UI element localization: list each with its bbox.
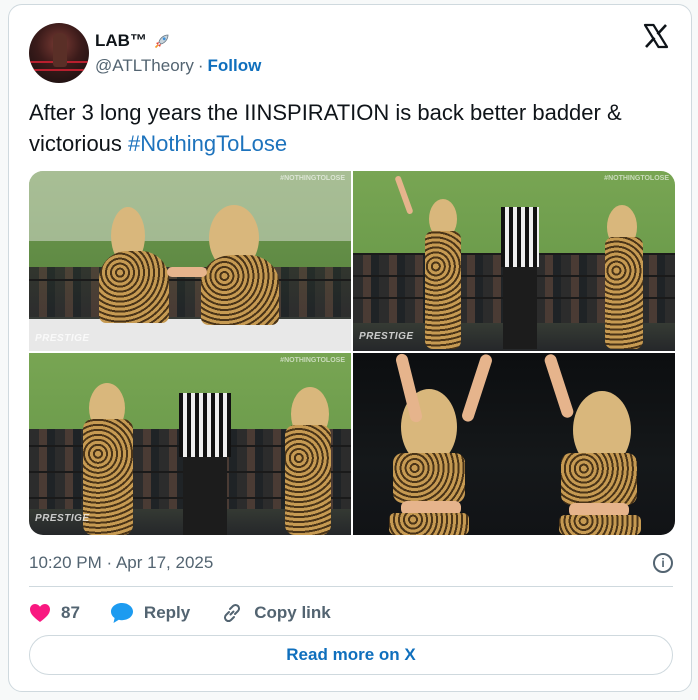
wrestler-right-bottom xyxy=(559,515,641,535)
copy-link-button[interactable]: Copy link xyxy=(220,601,331,625)
media-photo-2[interactable]: #NOTHINGTOLOSE PRESTIGE xyxy=(353,171,675,351)
media-watermark: #NOTHINGTOLOSE xyxy=(280,357,345,364)
post-date: Apr 17, 2025 xyxy=(115,553,214,572)
post-body-text: After 3 long years the IINSPIRATION is b… xyxy=(29,100,622,156)
wrestler-left xyxy=(83,419,133,535)
wrestler-left xyxy=(99,251,169,323)
referee-shirt xyxy=(501,207,539,267)
prestige-logo: PRESTIGE xyxy=(359,331,414,342)
media-photo-4[interactable] xyxy=(353,353,675,535)
author-name-row[interactable]: LAB™ xyxy=(95,31,171,51)
wrestler-right xyxy=(605,237,643,349)
avatar[interactable] xyxy=(29,23,89,83)
referee-shirt xyxy=(179,393,231,457)
embedded-post-card: LAB™ @ATLTheory · Follow After 3 long year… xyxy=(8,4,692,692)
author-handle[interactable]: @ATLTheory xyxy=(95,56,194,75)
like-button[interactable]: 87 xyxy=(29,603,80,623)
wrestler-right xyxy=(285,425,331,535)
hashtag-link[interactable]: #NothingToLose xyxy=(128,131,287,156)
avatar-figure xyxy=(53,33,67,67)
media-photo-1[interactable]: #NOTHINGTOLOSE PRESTIGE xyxy=(29,171,351,351)
rocket-emoji-icon xyxy=(153,32,171,50)
referee-pants xyxy=(503,267,537,349)
prestige-logo: PRESTIGE xyxy=(35,333,90,344)
author-handle-row: @ATLTheory · Follow xyxy=(95,56,261,76)
heart-icon xyxy=(29,603,51,623)
reply-button[interactable]: Reply xyxy=(110,602,190,624)
referee-pants xyxy=(183,457,227,535)
read-more-button[interactable]: Read more on X xyxy=(29,635,673,675)
prestige-logo: PRESTIGE xyxy=(35,513,90,524)
media-watermark: #NOTHINGTOLOSE xyxy=(280,175,345,182)
post-text: After 3 long years the IINSPIRATION is b… xyxy=(29,97,673,159)
author-name[interactable]: LAB™ xyxy=(95,31,147,51)
x-logo-icon[interactable] xyxy=(641,21,671,51)
speech-bubble-icon xyxy=(110,602,134,624)
media-grid[interactable]: #NOTHINGTOLOSE PRESTIGE #NOTHINGTOLOSE P… xyxy=(29,171,675,535)
handshake-arms xyxy=(167,267,207,277)
action-bar: 87 Reply Copy link xyxy=(29,599,361,627)
timestamp-separator: · xyxy=(106,553,113,572)
link-icon xyxy=(220,601,244,625)
reply-label: Reply xyxy=(143,603,191,622)
raised-arm xyxy=(394,175,414,215)
raised-arm xyxy=(543,353,575,420)
ring-rope xyxy=(29,279,351,281)
wrestler-left xyxy=(425,231,461,349)
post-meta-row: 10:20 PM · Apr 17, 2025 i xyxy=(29,550,673,576)
copy-link-label: Copy link xyxy=(254,603,331,622)
wrestler-right xyxy=(201,255,279,325)
handle-separator: · xyxy=(197,56,204,75)
info-icon[interactable]: i xyxy=(653,553,673,573)
divider xyxy=(29,586,673,587)
media-photo-3[interactable]: #NOTHINGTOLOSE PRESTIGE xyxy=(29,353,351,535)
wrestler-left-top xyxy=(393,453,465,503)
post-timestamp[interactable]: 10:20 PM · Apr 17, 2025 xyxy=(29,553,213,573)
post-time: 10:20 PM xyxy=(29,553,102,572)
media-watermark: #NOTHINGTOLOSE xyxy=(604,175,669,182)
likes-count: 87 xyxy=(61,603,80,622)
follow-button[interactable]: Follow xyxy=(208,56,262,75)
wrestler-right-top xyxy=(561,453,637,505)
avatar-ring-rope xyxy=(29,69,89,71)
wrestler-left-bottom xyxy=(389,513,469,535)
raised-arm xyxy=(460,353,494,424)
raised-arm xyxy=(394,353,424,424)
